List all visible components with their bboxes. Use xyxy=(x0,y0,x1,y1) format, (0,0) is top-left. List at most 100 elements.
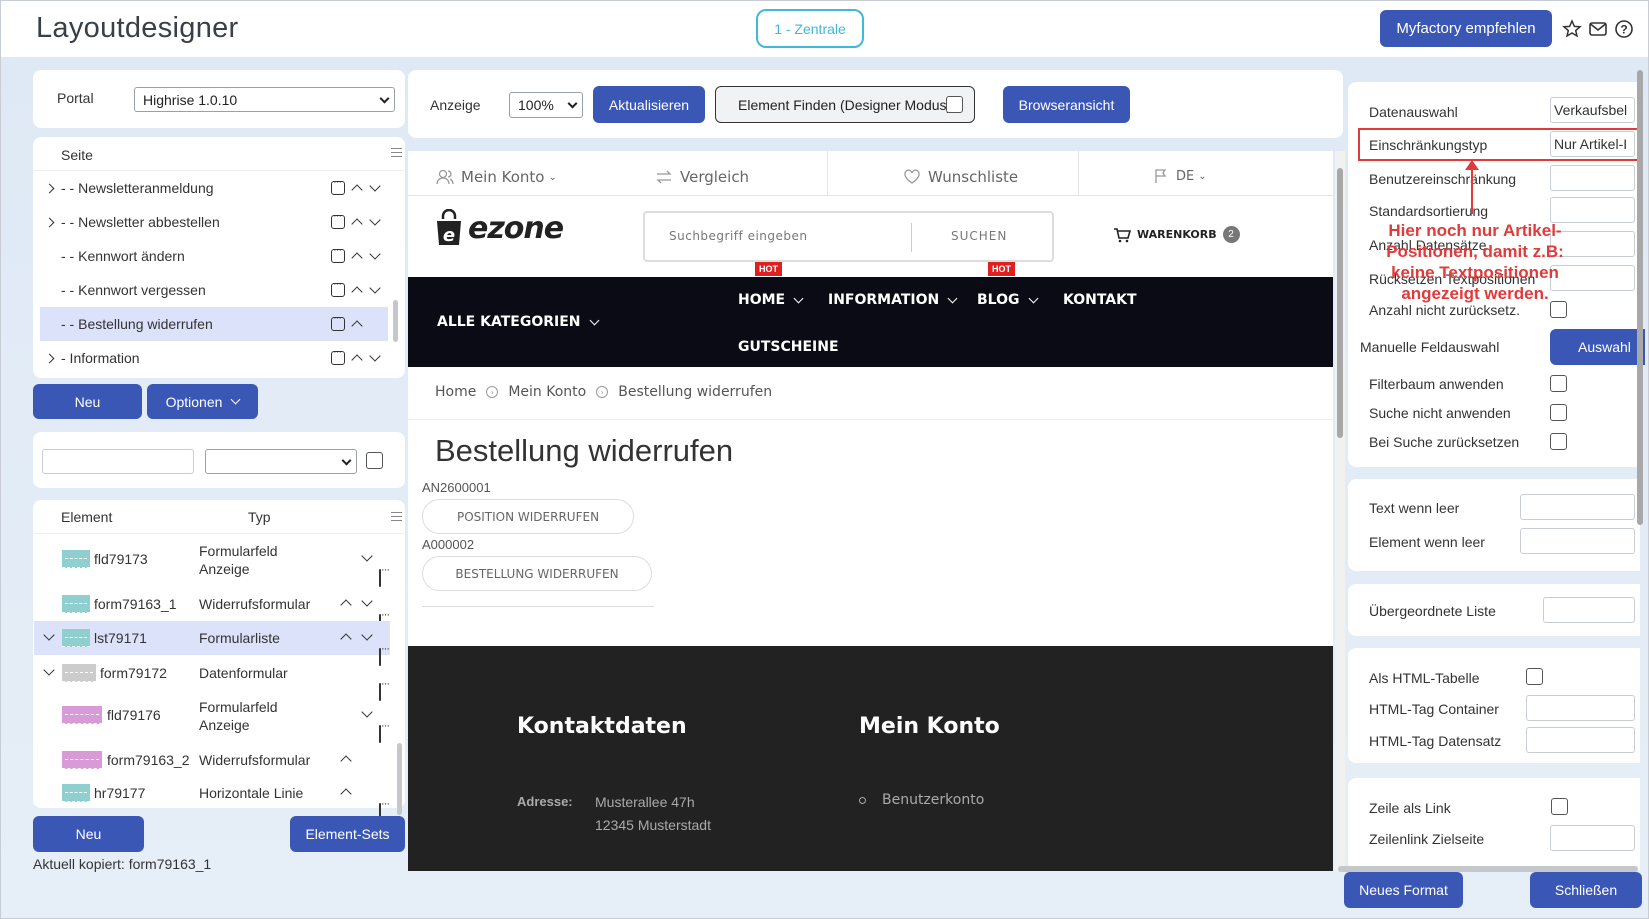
menu-icon[interactable] xyxy=(331,312,345,331)
revoke-order-button[interactable]: BESTELLUNG WIDERRUFEN xyxy=(422,556,652,591)
html-tag-container-input[interactable] xyxy=(1526,695,1635,721)
move-down-icon[interactable] xyxy=(361,550,373,562)
nav-information[interactable]: INFORMATION xyxy=(828,292,958,308)
move-down-icon[interactable] xyxy=(361,595,373,607)
cart-link[interactable]: WARENKORB 2 xyxy=(1113,226,1240,243)
element-filter-input[interactable] xyxy=(42,449,194,474)
shop-search-input[interactable]: Suchbegriff eingeben SUCHEN xyxy=(643,211,1054,262)
language-select[interactable]: DE ⌄ xyxy=(1154,168,1207,184)
element-row[interactable]: fld79176 Formularfeld Anzeige xyxy=(34,692,390,743)
settings-scrollbar[interactable] xyxy=(1637,70,1643,525)
nav-home[interactable]: HOME xyxy=(738,292,804,308)
move-down-icon[interactable] xyxy=(369,214,381,226)
filter-checkbox[interactable] xyxy=(366,452,383,469)
menu-icon[interactable] xyxy=(331,176,345,195)
tree-item[interactable]: - Information xyxy=(34,341,404,375)
preview-scrollbar[interactable] xyxy=(1337,168,1343,438)
move-up-icon[interactable] xyxy=(351,218,363,230)
new-format-button[interactable]: Neues Format xyxy=(1344,872,1463,908)
column-menu-icon[interactable] xyxy=(391,148,402,157)
html-tag-record-input[interactable] xyxy=(1526,727,1635,753)
browser-view-button[interactable]: Browseransicht xyxy=(1003,86,1130,123)
menu-icon[interactable] xyxy=(379,725,381,743)
element-sets-button[interactable]: Element-Sets xyxy=(290,816,405,852)
expand-icon[interactable] xyxy=(44,353,55,363)
collapse-icon[interactable] xyxy=(43,664,55,676)
move-down-icon[interactable] xyxy=(369,282,381,294)
menu-icon[interactable] xyxy=(331,278,345,297)
nav-blog[interactable]: BLOG xyxy=(977,292,1038,308)
expand-icon[interactable] xyxy=(44,183,55,193)
user-restriction-input[interactable] xyxy=(1550,165,1635,191)
move-down-icon[interactable] xyxy=(361,629,373,641)
scrollbar[interactable] xyxy=(397,743,402,815)
tree-item[interactable]: - - Kennwort ändern xyxy=(34,239,404,273)
as-html-table-checkbox[interactable] xyxy=(1526,668,1543,685)
breadcrumb-account[interactable]: Mein Konto xyxy=(508,384,586,400)
refresh-button[interactable]: Aktualisieren xyxy=(593,86,705,123)
menu-icon[interactable] xyxy=(331,244,345,263)
menu-icon[interactable] xyxy=(331,346,345,365)
help-icon[interactable]: ? xyxy=(1614,19,1634,39)
shop-logo[interactable]: e ezone xyxy=(434,209,564,247)
recommend-button[interactable]: Myfactory empfehlen xyxy=(1380,10,1552,47)
element-row-selected[interactable]: lst79171 Formularliste xyxy=(34,621,390,666)
compare-link[interactable]: Vergleich xyxy=(655,168,749,186)
tree-item[interactable]: - - Newsletteranmeldung xyxy=(34,171,404,205)
new-page-button[interactable]: Neu xyxy=(33,384,142,419)
no-search-checkbox[interactable] xyxy=(1550,404,1567,421)
options-button[interactable]: Optionen xyxy=(147,384,258,419)
element-if-empty-input[interactable] xyxy=(1520,528,1635,554)
star-icon[interactable] xyxy=(1562,19,1582,39)
move-up-icon[interactable] xyxy=(351,320,363,332)
move-down-icon[interactable] xyxy=(369,350,381,362)
find-element-toggle[interactable]: Element Finden (Designer Modus) xyxy=(715,86,975,123)
select-fields-button[interactable]: Auswahl xyxy=(1550,329,1645,365)
move-up-icon[interactable] xyxy=(351,184,363,196)
my-account-link[interactable]: Mein Konto ⌄ xyxy=(436,168,557,186)
text-if-empty-input[interactable] xyxy=(1520,494,1635,520)
move-up-icon[interactable] xyxy=(340,633,352,645)
element-row[interactable]: form79163_1 Widerrufsformular xyxy=(34,588,390,632)
tree-item[interactable]: - - Newsletter abbestellen xyxy=(34,205,404,239)
close-button[interactable]: Schließen xyxy=(1530,872,1642,908)
type-filter-select[interactable] xyxy=(205,449,357,474)
parent-list-input[interactable] xyxy=(1543,597,1635,623)
expand-icon[interactable] xyxy=(44,217,55,227)
move-down-icon[interactable] xyxy=(361,706,373,718)
tree-item[interactable]: - - Kennwort vergessen xyxy=(34,273,404,307)
nav-contact[interactable]: KONTAKT xyxy=(1063,292,1137,308)
portal-select[interactable]: Highrise 1.0.10 xyxy=(134,87,395,112)
element-row[interactable]: hr79177 Horizontale Linie xyxy=(34,778,390,821)
column-menu-icon[interactable] xyxy=(391,512,402,521)
move-up-icon[interactable] xyxy=(351,252,363,264)
element-row[interactable]: fld79173 Formularfeld Anzeige xyxy=(34,536,390,587)
move-up-icon[interactable] xyxy=(340,599,352,611)
new-element-button[interactable]: Neu xyxy=(33,816,144,852)
designer-mode-checkbox[interactable] xyxy=(946,96,963,113)
row-as-link-checkbox[interactable] xyxy=(1551,798,1568,815)
scrollbar[interactable] xyxy=(393,300,398,342)
footer-link-account[interactable]: Benutzerkonto xyxy=(882,792,984,808)
revoke-position-button[interactable]: POSITION WIDERRUFEN xyxy=(422,499,634,534)
reset-on-search-checkbox[interactable] xyxy=(1550,433,1567,450)
nav-vouchers[interactable]: GUTSCHEINE xyxy=(738,339,839,355)
menu-icon[interactable] xyxy=(379,569,381,587)
location-button[interactable]: 1 - Zentrale xyxy=(756,9,864,48)
row-link-target-input[interactable] xyxy=(1550,825,1635,851)
breadcrumb-home[interactable]: Home xyxy=(435,384,476,400)
move-up-icon[interactable] xyxy=(340,788,352,800)
move-down-icon[interactable] xyxy=(369,180,381,192)
apply-filter-tree-checkbox[interactable] xyxy=(1550,375,1567,392)
data-selection-select[interactable]: Verkaufsbel xyxy=(1550,97,1635,123)
tree-item-selected[interactable]: - - Bestellung widerrufen xyxy=(40,307,388,341)
move-down-icon[interactable] xyxy=(369,248,381,260)
move-up-icon[interactable] xyxy=(351,286,363,298)
move-up-icon[interactable] xyxy=(340,755,352,767)
shop-search-button[interactable]: SUCHEN xyxy=(951,229,1007,243)
mail-icon[interactable] xyxy=(1588,19,1608,39)
wishlist-link[interactable]: Wunschliste xyxy=(903,168,1018,186)
element-row[interactable]: form79172 Datenformular xyxy=(34,656,390,701)
zoom-select[interactable]: 100% xyxy=(509,92,583,118)
move-up-icon[interactable] xyxy=(351,354,363,366)
